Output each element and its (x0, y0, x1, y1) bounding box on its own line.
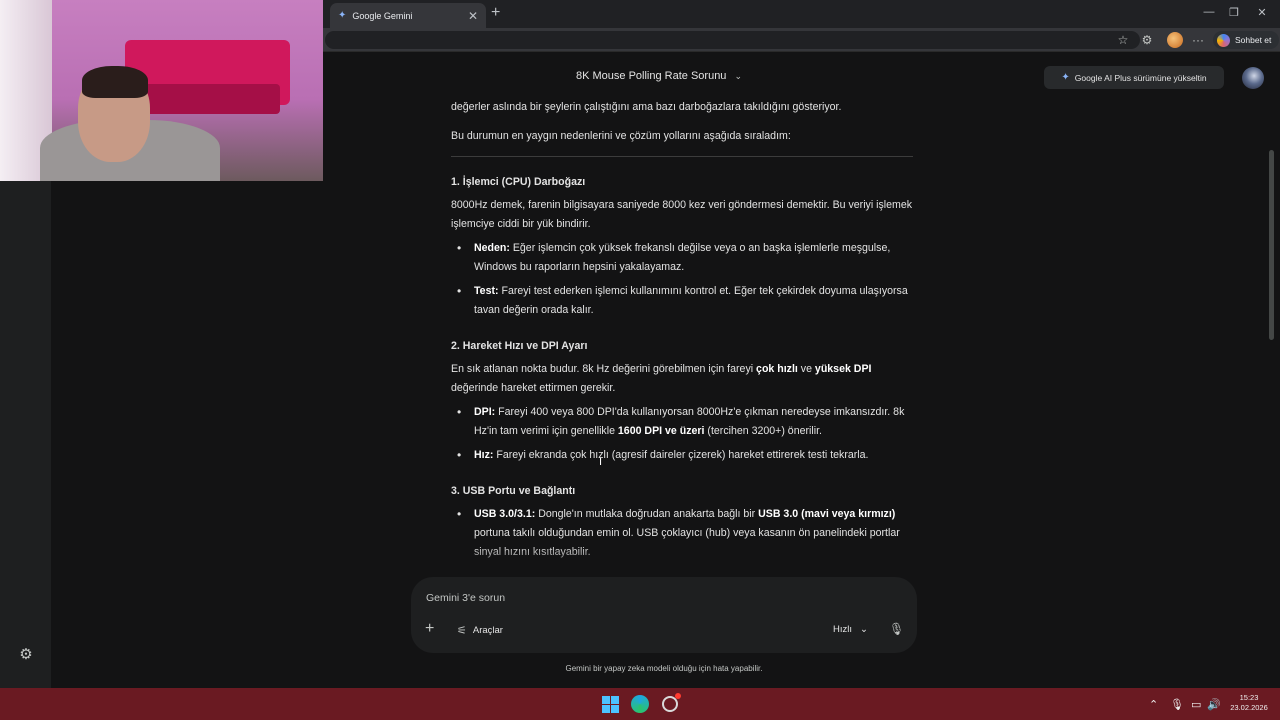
text-fragment: (tercihen 3200+) önerilir. (704, 425, 822, 437)
add-attachment-icon[interactable]: + (425, 621, 434, 637)
app-icon (662, 693, 681, 712)
tools-label: Araçlar (472, 625, 503, 636)
star-icon[interactable]: ☆ (1115, 32, 1131, 48)
bullet-label: DPI: (474, 406, 496, 418)
model-selector[interactable]: Hızlı ⌄ (833, 624, 868, 635)
bullet-list: DPI: Fareyi 400 veya 800 DPI'da kullanıy… (451, 403, 913, 465)
conversation-title-dropdown[interactable]: 8K Mouse Polling Rate Sorunu ⌄ (576, 70, 742, 82)
bullet-label: Test: (474, 285, 499, 297)
conversation-title: 8K Mouse Polling Rate Sorunu (576, 70, 727, 82)
chevron-down-icon: ⌄ (734, 70, 742, 81)
bullet-text: Fareyi ekranda çok hızlı (agresif dairel… (493, 449, 869, 461)
prompt-box[interactable]: Gemini 3'e sorun + ⚟ Araçlar Hızlı ⌄ 🎙 (411, 577, 917, 653)
text-fragment: En sık atlanan nokta budur. 8k Hz değeri… (451, 363, 757, 375)
bullet-label: USB 3.0/3.1: (474, 508, 536, 520)
content-fade (451, 545, 913, 575)
bullet-label: Hız: (474, 449, 494, 461)
tray-network-icon[interactable]: ▭ (1191, 698, 1201, 711)
browser-profile-avatar[interactable] (1167, 32, 1183, 48)
prompt-input[interactable]: Gemini 3'e sorun (426, 592, 505, 604)
tray-microphone-icon[interactable]: 🎙 (1170, 698, 1184, 711)
section-title: 1. İşlemci (CPU) Darboğazı (451, 176, 586, 188)
text-fragment: değerinde hareket ettirmen gerekir. (451, 382, 616, 394)
address-bar[interactable] (325, 31, 1140, 49)
restore-button[interactable]: ❐ (1226, 6, 1242, 19)
person-hair (82, 66, 148, 98)
section-text: En sık atlanan nokta budur. 8k Hz değeri… (451, 360, 913, 398)
bold-fragment: 1600 DPI ve üzeri (617, 425, 705, 437)
tab-title: Google Gemini (352, 10, 413, 21)
text-fragment: Dongle'ın mutlaka doğrudan anakarta bağl… (535, 508, 759, 520)
gemini-favicon-icon: ✦ (338, 10, 347, 21)
section-title: 3. USB Portu ve Bağlantı (451, 485, 576, 497)
taskbar-clock[interactable]: 15:23 23.02.2026 (1224, 693, 1274, 713)
list-item: Hız: Fareyi ekranda çok hızlı (agresif d… (451, 446, 913, 465)
list-item: DPI: Fareyi 400 veya 800 DPI'da kullanıy… (451, 403, 913, 441)
scrollbar-thumb[interactable] (1269, 150, 1274, 340)
upgrade-button[interactable]: ✦ Google AI Plus sürümüne yükseltin (1044, 66, 1224, 89)
account-avatar[interactable] (1242, 67, 1264, 89)
tab-close-icon[interactable]: ✕ (468, 9, 478, 23)
section-title: 2. Hareket Hızı ve DPI Ayarı (451, 340, 588, 352)
sohbet-et-button[interactable]: Sohbet et (1213, 31, 1280, 49)
list-item: Neden: Eğer işlemcin çok yüksek frekansl… (451, 239, 913, 277)
edge-icon (631, 695, 649, 713)
minimize-button[interactable]: — (1201, 6, 1217, 18)
intro-line-2: Bu durumun en yaygın nedenlerini ve çözü… (451, 130, 791, 142)
screen: ✦ Google Gemini ✕ + — ❐ ✕ ☆ ⚙ ··· Sohbet… (0, 0, 1280, 720)
browser-menu-icon[interactable]: ··· (1190, 32, 1206, 48)
start-button[interactable] (600, 694, 620, 714)
list-item: Test: Fareyi test ederken işlemci kullan… (451, 282, 913, 320)
section-text: 8000Hz demek, farenin bilgisayara saniye… (451, 199, 913, 230)
tools-button[interactable]: ⚟ Araçlar (457, 624, 503, 637)
tab-google-gemini[interactable]: ✦ Google Gemini ✕ (330, 3, 486, 28)
app-taskbar-icon[interactable] (660, 693, 681, 714)
chevron-down-icon: ⌄ (860, 624, 868, 635)
sohbet-et-label: Sohbet et (1235, 35, 1272, 45)
clock-date: 23.02.2026 (1230, 703, 1268, 712)
extensions-icon[interactable]: ⚙ (1139, 32, 1155, 48)
bullet-text: Fareyi test ederken işlemci kullanımını … (474, 285, 908, 316)
bullet-label: Neden: (474, 242, 510, 254)
close-window-button[interactable]: ✕ (1254, 6, 1270, 19)
bullet-list: Neden: Eğer işlemcin çok yüksek frekansl… (451, 239, 913, 320)
disclaimer-text: Gemini bir yapay zeka modeli olduğu için… (565, 664, 763, 673)
settings-gear-icon[interactable]: ⚙ (17, 645, 35, 663)
windows-logo-icon (601, 695, 619, 713)
bold-fragment: çok hızlı (756, 363, 798, 375)
response-content: değerler aslında bir şeylerin çalıştığın… (451, 90, 913, 568)
tray-chevron-icon[interactable]: ⌃ (1149, 698, 1158, 711)
new-tab-button[interactable]: + (491, 5, 500, 21)
tools-icon: ⚟ (457, 625, 467, 637)
bullet-text: Eğer işlemcin çok yüksek frekanslı değil… (474, 242, 891, 273)
sofa-seat (140, 84, 280, 114)
bold-fragment: yüksek DPI (814, 363, 872, 375)
upgrade-label: Google AI Plus sürümüne yükseltin (1074, 72, 1207, 83)
text-cursor-icon: I (599, 456, 603, 468)
text-fragment: ve (797, 363, 815, 375)
model-label: Hızlı (833, 624, 852, 635)
webcam-overlay (0, 0, 323, 181)
divider (451, 156, 913, 157)
intro-line-1: değerler aslında bir şeylerin çalıştığın… (451, 101, 842, 113)
microphone-icon[interactable]: 🎙 (889, 622, 904, 636)
edge-taskbar-icon[interactable] (630, 694, 650, 714)
gemini-logo-icon (1217, 33, 1230, 47)
bold-fragment: USB 3.0 (mavi veya kırmızı) (758, 508, 896, 520)
clock-time: 15:23 (1239, 693, 1259, 702)
notification-badge (675, 693, 681, 699)
tray-volume-icon[interactable]: 🔊 (1207, 698, 1221, 711)
spark-icon: ✦ (1061, 72, 1070, 83)
